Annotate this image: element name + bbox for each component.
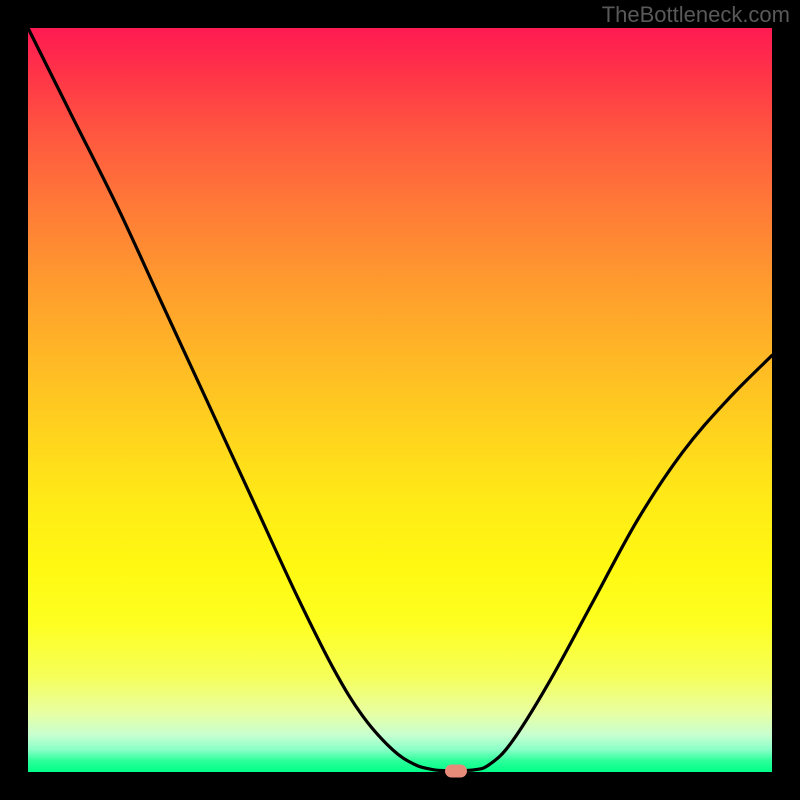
chart-frame: TheBottleneck.com xyxy=(0,0,800,800)
curve-svg xyxy=(28,28,772,772)
bottleneck-curve-path xyxy=(28,28,772,771)
watermark-text: TheBottleneck.com xyxy=(602,2,790,28)
plot-area xyxy=(28,28,772,772)
optimum-marker xyxy=(445,764,467,777)
